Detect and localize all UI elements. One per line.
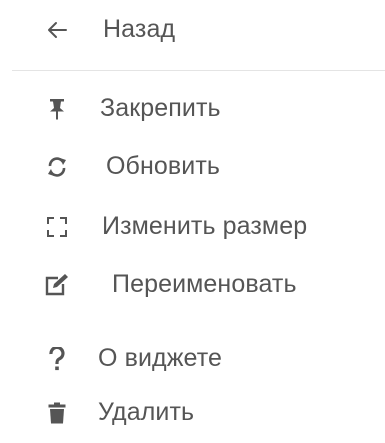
refresh-label: Обновить bbox=[106, 152, 220, 180]
menu-divider bbox=[12, 70, 385, 71]
about-widget-label: О виджете bbox=[98, 344, 222, 372]
back-label: Назад bbox=[103, 15, 176, 43]
rename-label: Переименовать bbox=[112, 270, 297, 298]
back-button[interactable]: Назад bbox=[0, 8, 385, 52]
widget-context-menu: Назад Закрепить Обновить Изменить размер… bbox=[0, 0, 385, 443]
trash-icon bbox=[45, 400, 69, 426]
rename-menu-item[interactable]: Переименовать bbox=[0, 263, 385, 307]
resize-menu-item[interactable]: Изменить размер bbox=[0, 205, 385, 249]
pin-label: Закрепить bbox=[100, 94, 221, 122]
edit-icon bbox=[42, 271, 72, 299]
resize-label: Изменить размер bbox=[102, 212, 308, 240]
delete-menu-item[interactable]: Удалить bbox=[0, 391, 385, 435]
pin-menu-item[interactable]: Закрепить bbox=[0, 87, 385, 131]
delete-label: Удалить bbox=[98, 398, 195, 426]
refresh-menu-item[interactable]: Обновить bbox=[0, 145, 385, 189]
arrow-left-icon bbox=[44, 17, 70, 43]
pin-icon bbox=[46, 97, 68, 121]
about-widget-menu-item[interactable]: О виджете bbox=[0, 337, 385, 381]
resize-icon bbox=[44, 214, 70, 240]
question-icon bbox=[46, 346, 68, 372]
refresh-icon bbox=[43, 153, 71, 181]
